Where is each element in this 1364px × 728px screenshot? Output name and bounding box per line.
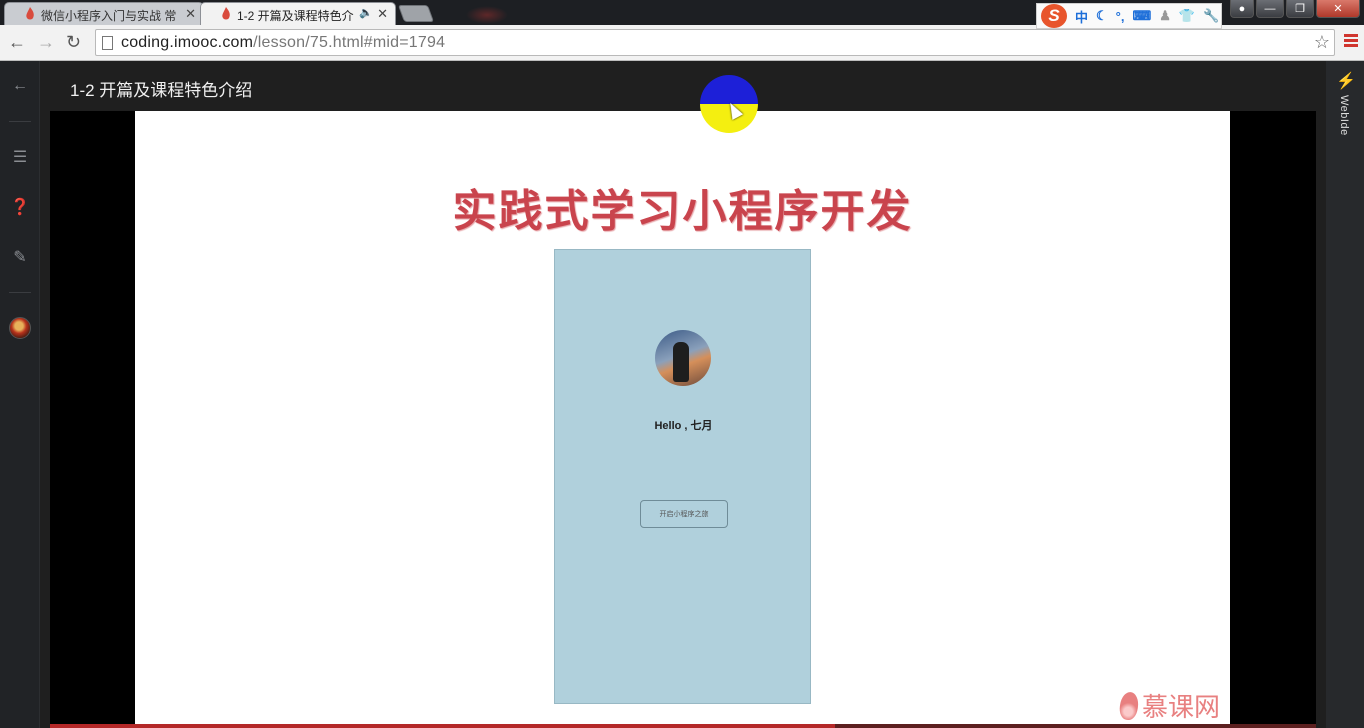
close-tab-icon[interactable]: ✕ xyxy=(377,6,388,22)
address-bar[interactable]: coding.imooc.com/lesson/75.html#mid=1794… xyxy=(95,29,1335,56)
divider xyxy=(9,292,31,293)
phone-start-button: 开启小程序之旅 xyxy=(640,500,728,528)
page-icon xyxy=(102,36,113,50)
user-icon[interactable]: ● xyxy=(1230,0,1254,18)
imooc-flame-icon xyxy=(222,7,230,20)
url-path: /lesson/75.html#mid=1794 xyxy=(253,34,446,51)
punctuation-icon[interactable]: °, xyxy=(1116,9,1125,24)
slide-title: 实践式学习小程序开发 xyxy=(452,187,913,236)
webide-label[interactable]: WebIde xyxy=(1338,95,1350,136)
divider xyxy=(9,121,31,122)
close-tab-icon[interactable]: ✕ xyxy=(185,6,196,22)
phone-mockup: Hello , 七月 开启小程序之旅 xyxy=(554,249,811,704)
lesson-page: ← ☰ ❓ ✎ 1-2 开篇及课程特色介绍 ⚡ WebIde 实践式学习小程序开… xyxy=(0,61,1364,728)
video-player[interactable]: 实践式学习小程序开发 Hello , 七月 开启小程序之旅 慕课网 xyxy=(50,111,1316,728)
imooc-flame-icon xyxy=(1118,690,1140,721)
bookmark-star-icon[interactable]: ☆ xyxy=(1314,32,1330,53)
left-sidebar: ← ☰ ❓ ✎ xyxy=(0,61,40,728)
wrench-icon[interactable]: 🔧 xyxy=(1203,8,1219,24)
question-icon[interactable]: ❓ xyxy=(0,197,40,217)
video-progress-bar[interactable] xyxy=(50,724,1316,728)
shirt-icon[interactable]: 👕 xyxy=(1179,8,1195,24)
tab-course[interactable]: 微信小程序入门与实战 常 ✕ xyxy=(4,2,204,25)
lesson-title: 1-2 开篇及课程特色介绍 xyxy=(70,81,253,100)
url-text[interactable]: coding.imooc.com/lesson/75.html#mid=1794 xyxy=(121,34,445,52)
forward-arrow-icon[interactable]: → xyxy=(37,32,55,53)
webide-icon[interactable]: ⚡ xyxy=(1336,71,1356,91)
browser-toolbar: ← → ↻ coding.imooc.com/lesson/75.html#mi… xyxy=(0,25,1364,61)
tab-lesson-title: 1-2 开篇及课程特色介 xyxy=(237,9,354,23)
imooc-watermark: 慕课网 xyxy=(1118,687,1220,724)
video-progress-fill xyxy=(50,724,835,728)
avatar[interactable] xyxy=(9,317,31,339)
user-icon[interactable]: ♟ xyxy=(1159,8,1171,24)
window-controls: ● — ❐ ✕ xyxy=(1230,0,1360,18)
menu-icon[interactable] xyxy=(1344,34,1358,49)
note-pencil-icon[interactable]: ✎ xyxy=(0,247,40,267)
sogou-logo-icon[interactable]: S xyxy=(1041,4,1067,28)
phone-greeting: Hello , 七月 xyxy=(654,420,713,432)
video-frame: 实践式学习小程序开发 Hello , 七月 开启小程序之旅 慕课网 xyxy=(135,111,1230,728)
tab-course-title: 微信小程序入门与实战 常 xyxy=(41,9,177,23)
reload-icon[interactable]: ↻ xyxy=(66,32,81,53)
new-tab-button[interactable] xyxy=(397,5,435,22)
ime-mode[interactable]: 中 xyxy=(1075,7,1088,26)
right-sidebar: ⚡ WebIde xyxy=(1326,61,1364,728)
close-window-button[interactable]: ✕ xyxy=(1316,0,1360,18)
url-domain: coding.imooc.com xyxy=(121,34,254,51)
moon-icon[interactable]: ☾ xyxy=(1096,8,1108,24)
ime-toolbar: S 中 ☾ °, ⌨ ♟ 👕 🔧 xyxy=(1036,3,1222,29)
restore-button[interactable]: ❐ xyxy=(1286,0,1314,18)
minimize-button[interactable]: — xyxy=(1256,0,1284,18)
imooc-flame-icon xyxy=(26,7,34,20)
chapter-list-icon[interactable]: ☰ xyxy=(0,147,40,167)
blurred-artifact xyxy=(466,6,508,24)
watermark-text: 慕课网 xyxy=(1141,692,1220,722)
back-arrow-icon[interactable]: ← xyxy=(0,77,40,95)
back-arrow-icon[interactable]: ← xyxy=(8,32,26,53)
tab-lesson[interactable]: 1-2 开篇及课程特色介 🔈 ✕ xyxy=(200,2,396,25)
speaker-icon: 🔈 xyxy=(359,7,373,19)
keyboard-icon[interactable]: ⌨ xyxy=(1132,8,1151,24)
phone-avatar xyxy=(655,330,711,386)
